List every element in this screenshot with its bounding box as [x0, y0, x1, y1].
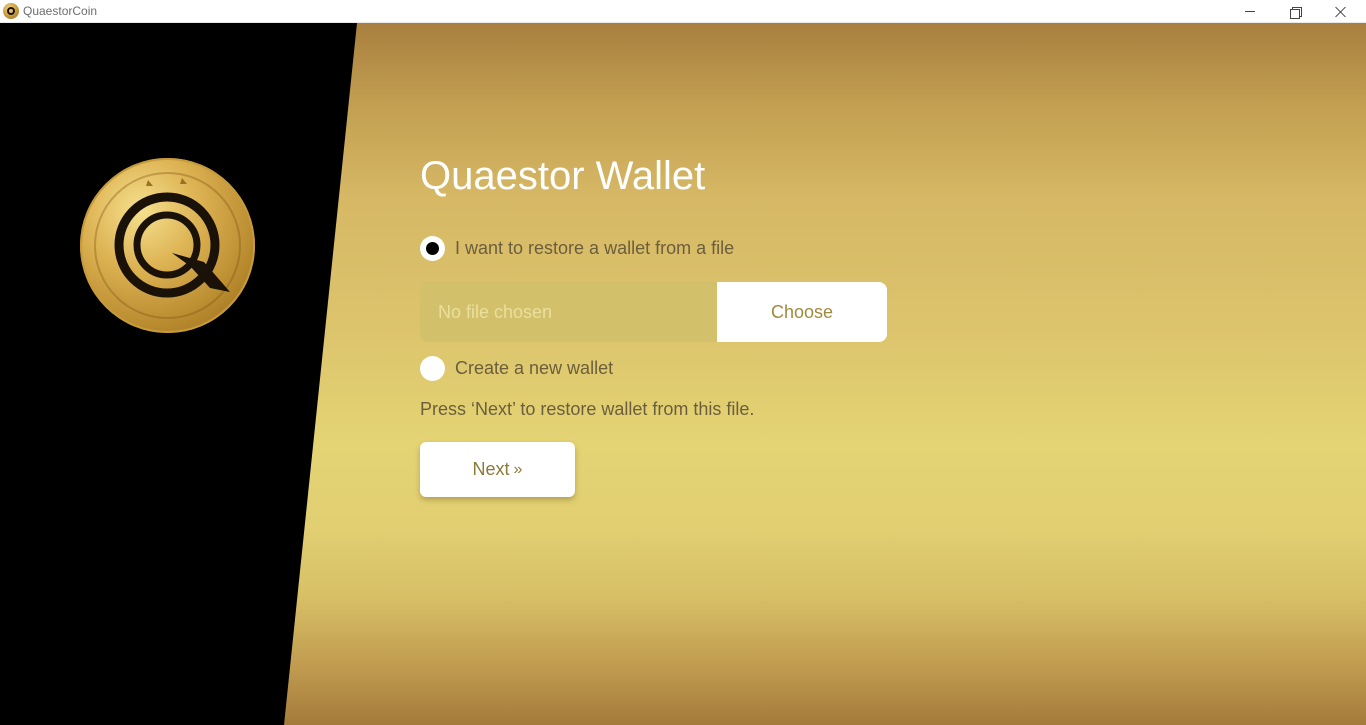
minimize-icon — [1245, 11, 1255, 12]
brand-panel — [0, 23, 357, 725]
file-picker: No file chosen Choose — [420, 282, 887, 342]
create-wallet-option[interactable]: Create a new wallet — [420, 356, 613, 381]
restore-from-file-option[interactable]: I want to restore a wallet from a file — [420, 236, 734, 261]
page-title: Quaestor Wallet — [420, 154, 706, 198]
next-button[interactable]: Next » — [420, 442, 575, 497]
window-title: QuaestorCoin — [23, 4, 98, 18]
quaestor-coin-icon — [3, 3, 19, 19]
restore-icon — [1290, 6, 1302, 19]
instruction-text: Press ‘Next’ to restore wallet from this… — [420, 399, 755, 419]
main-area: Quaestor Wallet I want to restore a wall… — [0, 23, 1366, 725]
quaestor-coin-logo — [80, 158, 255, 333]
quaestor-q-icon — [114, 178, 230, 298]
double-chevron-right-icon: » — [513, 460, 523, 478]
restore-radio[interactable] — [420, 236, 445, 261]
create-option-label: Create a new wallet — [455, 358, 614, 378]
choose-file-button[interactable]: Choose — [717, 282, 887, 342]
file-name-field[interactable]: No file chosen — [420, 282, 717, 342]
next-button-label: Next — [472, 459, 510, 479]
restore-option-label: I want to restore a wallet from a file — [455, 238, 735, 258]
close-icon — [1335, 6, 1347, 18]
create-radio[interactable] — [420, 356, 445, 381]
restore-button[interactable] — [1272, 0, 1318, 23]
close-button[interactable] — [1318, 0, 1364, 23]
radio-selected-dot — [426, 242, 439, 255]
title-bar: QuaestorCoin — [0, 0, 1366, 23]
minimize-button[interactable] — [1227, 0, 1273, 23]
